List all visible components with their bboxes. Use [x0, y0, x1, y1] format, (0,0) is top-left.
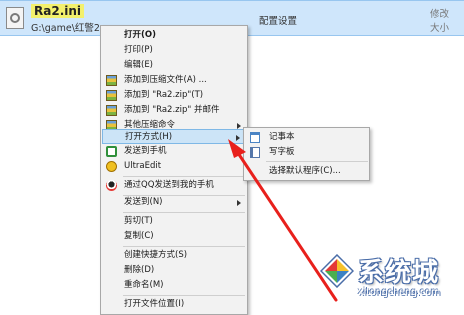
- menu-item-label: 打开方式(H): [125, 132, 173, 142]
- menu-item-label: 添加到压缩文件(A) ...: [124, 75, 207, 85]
- menu-item-label: 打开(O): [124, 30, 156, 40]
- menu-item-add-to-zip[interactable]: 添加到 "Ra2.zip"(T): [102, 88, 247, 103]
- size-column-label: 大小: [430, 23, 450, 34]
- menu-item-print[interactable]: 打印(P): [102, 43, 247, 58]
- menu-item-send-to[interactable]: 发送到(N): [102, 195, 247, 210]
- xitongcheng-watermark: 系统城 xitongcheng.com: [320, 250, 464, 305]
- menu-item-send-to-phone[interactable]: 发送到手机: [102, 144, 247, 159]
- ultraedit-icon: [106, 161, 117, 172]
- menu-item-label: 通过QQ发送到我的手机: [124, 180, 214, 190]
- submenu-separator: [266, 161, 368, 162]
- menu-item-open-with[interactable]: 打开方式(H): [102, 129, 247, 144]
- menu-separator: [123, 212, 245, 213]
- phone-icon: [106, 146, 117, 157]
- submenu-item-choose-default-program[interactable]: 选择默认程序(C)...: [245, 164, 369, 179]
- submenu-item-wordpad[interactable]: 写字板: [245, 145, 369, 160]
- menu-item-label: 打印(P): [124, 45, 153, 55]
- submenu-item-label: 写字板: [269, 147, 295, 157]
- menu-item-label: 删除(D): [124, 265, 155, 275]
- menu-item-edit[interactable]: 编辑(E): [102, 58, 247, 73]
- file-type: 配置设置: [259, 16, 298, 27]
- archive-icon: [106, 90, 117, 101]
- submenu-item-label: 选择默认程序(C)...: [269, 166, 341, 176]
- menu-item-open[interactable]: 打开(O): [102, 28, 247, 43]
- menu-item-label: 添加到 "Ra2.zip" 并邮件: [124, 105, 220, 115]
- menu-item-cut[interactable]: 剪切(T): [102, 214, 247, 229]
- open-with-submenu: 记事本 写字板 选择默认程序(C)...: [243, 127, 370, 181]
- submenu-item-label: 记事本: [269, 132, 295, 142]
- ini-file-icon: [6, 7, 24, 29]
- modified-column-label: 修改: [430, 9, 450, 20]
- file-path: G:\game\红警2: [31, 23, 100, 34]
- context-menu: 打开(O) 打印(P) 编辑(E) 添加到压缩文件(A) ... 添加到 "Ra…: [100, 25, 248, 315]
- menu-item-label: 发送到(N): [124, 197, 163, 207]
- watermark-title: 系统城: [358, 258, 440, 288]
- menu-item-ultraedit[interactable]: UltraEdit: [102, 159, 247, 174]
- watermark-logo-icon: [320, 254, 354, 288]
- menu-separator: [123, 295, 245, 296]
- submenu-arrow-icon: [236, 135, 240, 141]
- menu-item-copy[interactable]: 复制(C): [102, 229, 247, 244]
- menu-item-label: 编辑(E): [124, 60, 154, 70]
- archive-icon: [106, 105, 117, 116]
- watermark-domain: xitongcheng.com: [358, 287, 441, 298]
- menu-item-label: 添加到 "Ra2.zip"(T): [124, 90, 204, 100]
- qq-icon: [106, 180, 117, 191]
- menu-item-add-to-zip-and-email[interactable]: 添加到 "Ra2.zip" 并邮件: [102, 103, 247, 118]
- submenu-arrow-icon: [237, 200, 241, 206]
- menu-item-label: UltraEdit: [124, 161, 162, 171]
- menu-item-label: 重命名(M): [124, 280, 164, 290]
- menu-item-send-via-qq[interactable]: 通过QQ发送到我的手机: [102, 178, 247, 193]
- menu-separator: [123, 246, 245, 247]
- menu-item-label: 发送到手机: [124, 146, 167, 156]
- notepad-icon: [250, 132, 260, 143]
- menu-separator: [123, 176, 245, 177]
- menu-item-add-to-archive[interactable]: 添加到压缩文件(A) ...: [102, 73, 247, 88]
- menu-item-create-shortcut[interactable]: 创建快捷方式(S): [102, 248, 247, 263]
- menu-item-label: 剪切(T): [124, 216, 153, 226]
- archive-icon: [106, 75, 117, 86]
- menu-item-rename[interactable]: 重命名(M): [102, 278, 247, 293]
- wordpad-icon: [250, 147, 260, 158]
- menu-item-label: 创建快捷方式(S): [124, 250, 188, 260]
- submenu-item-notepad[interactable]: 记事本: [245, 130, 369, 145]
- menu-item-label: 复制(C): [124, 231, 154, 241]
- file-name: Ra2.ini: [31, 4, 85, 18]
- menu-item-delete[interactable]: 删除(D): [102, 263, 247, 278]
